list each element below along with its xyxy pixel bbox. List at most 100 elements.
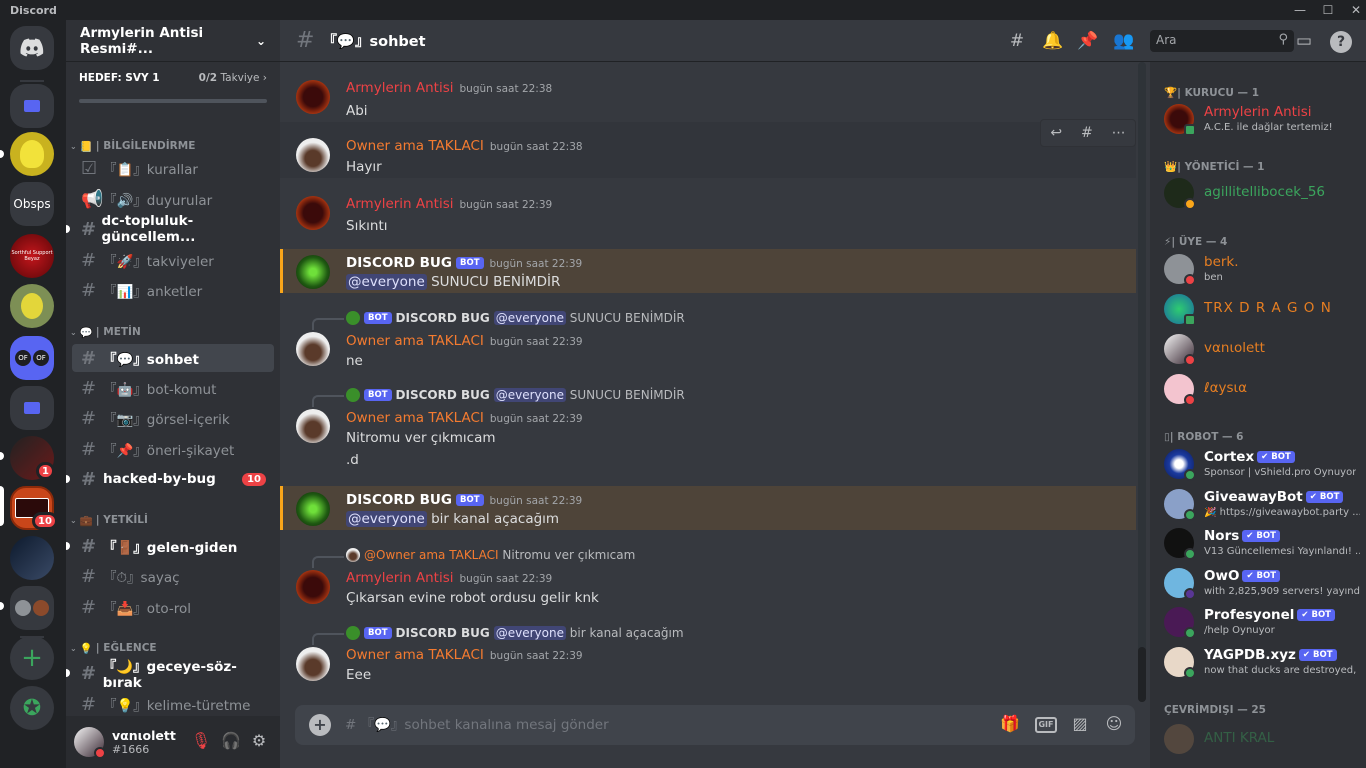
maximize-icon[interactable]: ☐ xyxy=(1314,0,1342,20)
boost-goal[interactable]: HEDEF: SVY 1 0/2 Takviye › xyxy=(66,62,280,126)
member-item[interactable]: ANTI KRAL xyxy=(1164,722,1360,758)
channel-duyurular[interactable]: 📢 『🔊』duyurular xyxy=(72,185,274,213)
channel-dc-topluluk[interactable]: # dc-topluluk-güncellem... xyxy=(66,213,274,245)
message[interactable]: Armylerin Antisi bugün saat 22:38 Abi xyxy=(280,68,1136,120)
avatar[interactable] xyxy=(296,332,330,366)
member-item[interactable]: YAGPDB.xyz ✔ BOT now that ducks are destr… xyxy=(1164,645,1360,681)
server-folder-icon[interactable] xyxy=(10,84,54,128)
home-button[interactable] xyxy=(10,26,54,70)
member-item[interactable]: Nors ✔ BOT V13 Güncellemesi Yayınlandı! .… xyxy=(1164,526,1360,562)
upload-plus-icon[interactable]: + xyxy=(309,714,331,736)
create-thread-icon[interactable]: # xyxy=(1081,125,1093,141)
reply-icon[interactable]: ↩ xyxy=(1050,125,1062,141)
scrollbar[interactable] xyxy=(1138,62,1146,702)
everyone-mention[interactable]: @everyone xyxy=(346,274,427,290)
emoji-icon[interactable]: ☺ xyxy=(1103,714,1125,736)
help-icon[interactable]: ? xyxy=(1330,31,1352,53)
reply-preview[interactable]: BOT DISCORD BUG @everyone SUNUCU BENİMDİR xyxy=(346,388,685,402)
avatar[interactable] xyxy=(296,570,330,604)
gear-icon[interactable]: ⚙ xyxy=(248,731,270,753)
avatar[interactable] xyxy=(296,196,330,230)
message-author[interactable]: DISCORD BUG BOT bugün saat 22:39 xyxy=(346,255,582,271)
channel-oneri-sikayet[interactable]: # 『📌』öneri-şikayet xyxy=(72,435,274,463)
channel-oto-rol[interactable]: # 『📥』oto-rol xyxy=(72,593,274,621)
reply-preview[interactable]: @Owner ama TAKLACI Nitromu ver çıkmıcam xyxy=(346,548,635,562)
reply-preview[interactable]: BOT DISCORD BUG @everyone bir kanal açacağ… xyxy=(346,626,684,640)
member-item[interactable]: Cortex ✔ BOT Sponsor | vShield.pro Oynuyo… xyxy=(1164,447,1360,483)
channel-geceye-soz-birak[interactable]: # 『🌙』geceye-söz-bırak xyxy=(66,659,274,691)
deafen-icon[interactable]: 🎧 xyxy=(220,731,242,753)
server-teletubby[interactable] xyxy=(10,132,54,176)
member-item[interactable]: vαnιolett xyxy=(1164,332,1360,368)
message-reply[interactable]: BOT DISCORD BUG @everyone bir kanal açacağ… xyxy=(280,623,1136,689)
message-author[interactable]: Armylerin Antisi bugün saat 22:39 xyxy=(346,570,552,586)
message-author[interactable]: Armylerin Antisi bugün saat 22:38 xyxy=(346,80,552,96)
channel-takviyeler[interactable]: # 『🚀』takviyeler xyxy=(72,246,274,274)
member-item[interactable]: OwO ✔ BOT with 2,825,909 servers! yayında xyxy=(1164,566,1360,602)
pin-icon[interactable]: 📌 xyxy=(1077,31,1099,53)
avatar[interactable] xyxy=(296,647,330,681)
message-author[interactable]: Armylerin Antisi bugün saat 22:39 xyxy=(346,196,552,212)
inbox-icon[interactable]: ▭ xyxy=(1293,31,1315,53)
message-author[interactable]: Owner ama TAKLACI bugün saat 22:39 xyxy=(346,410,583,426)
channel-gorsel-icerik[interactable]: # 『📷』görsel-içerik xyxy=(72,404,274,432)
sticker-icon[interactable]: ▨ xyxy=(1069,714,1091,736)
message-author[interactable]: Owner ama TAKLACI bugün saat 22:38 xyxy=(346,138,583,154)
channel-bot-komut[interactable]: # 『🤖』bot-komut xyxy=(72,374,274,402)
gift-icon[interactable]: 🎁 xyxy=(999,714,1021,736)
channel-hacked-by-bug[interactable]: # hacked-by-bug 10 xyxy=(66,465,274,493)
avatar[interactable] xyxy=(296,80,330,114)
search-input[interactable]: Ara ⚲ xyxy=(1150,30,1294,52)
message[interactable]: Armylerin Antisi bugün saat 22:39 Sıkıntı xyxy=(280,184,1136,236)
threads-icon[interactable]: # xyxy=(1006,31,1028,53)
message[interactable]: Owner ama TAKLACI bugün saat 22:38 Hayır xyxy=(280,122,1136,178)
message-input[interactable] xyxy=(345,717,945,733)
channel-sohbet[interactable]: # 『💬』sohbet xyxy=(72,344,274,372)
message-author[interactable]: DISCORD BUG BOT bugün saat 22:39 xyxy=(346,492,582,508)
server-folder-icon-2[interactable] xyxy=(10,386,54,430)
message-author[interactable]: Owner ama TAKLACI bugün saat 22:39 xyxy=(346,333,583,349)
channel-anketler[interactable]: # 『📊』anketler xyxy=(72,276,274,304)
avatar[interactable] xyxy=(296,492,330,526)
add-server-icon[interactable]: + xyxy=(10,636,54,680)
member-item[interactable]: Profesyonel ✔ BOT /help Oynuyor xyxy=(1164,605,1360,641)
message-reply[interactable]: @Owner ama TAKLACI Nitromu ver çıkmıcam … xyxy=(280,546,1136,612)
channel-gelen-giden[interactable]: # 『🚪』gelen-giden xyxy=(66,532,274,560)
mute-mic-icon[interactable]: 🎙 xyxy=(190,731,212,753)
message-reply[interactable]: BOT DISCORD BUG @everyone SUNUCU BENİMDİR … xyxy=(280,385,1136,471)
avatar[interactable] xyxy=(296,138,330,172)
server-support[interactable]: Sorthful Support Beyaz xyxy=(10,234,54,278)
category-staff[interactable]: ⌄ 💼 | YETKİLİ xyxy=(66,510,148,530)
member-item[interactable]: agillitellibocek_56 xyxy=(1164,176,1360,212)
server-folder-of[interactable]: OF OF xyxy=(10,336,54,380)
server-portrait[interactable] xyxy=(10,536,54,580)
avatar[interactable] xyxy=(296,255,330,289)
avatar[interactable] xyxy=(296,409,330,443)
more-icon[interactable]: ⋯ xyxy=(1112,125,1126,141)
category-text[interactable]: ⌄ 💬 | METİN xyxy=(66,322,141,342)
message-mention-highlight[interactable]: DISCORD BUG BOT bugün saat 22:39 @everyone… xyxy=(280,486,1136,530)
server-header[interactable]: Armylerin Antisi Resmi#... ⌄ xyxy=(66,20,280,62)
bell-icon[interactable]: 🔔 xyxy=(1042,31,1064,53)
channel-kurallar[interactable]: ☑ 『📋』kurallar xyxy=(72,154,274,182)
reply-preview[interactable]: BOT DISCORD BUG @everyone SUNUCU BENİMDİR xyxy=(346,311,685,325)
server-obs[interactable]: Obsps xyxy=(10,182,54,226)
user-info[interactable]: vαnιolett #1666 xyxy=(112,728,176,756)
everyone-mention[interactable]: @everyone xyxy=(346,511,427,527)
explore-servers-icon[interactable]: ✪ xyxy=(10,686,54,730)
member-item[interactable]: TRX D R A G O N xyxy=(1164,292,1360,328)
minimize-icon[interactable]: — xyxy=(1286,0,1314,20)
server-folder-group[interactable] xyxy=(10,586,54,630)
gif-icon[interactable]: GIF xyxy=(1035,717,1057,733)
scrollbar-thumb[interactable] xyxy=(1138,647,1146,702)
channel-kelime-turetme[interactable]: # 『💡』kelime-türetme xyxy=(72,690,274,718)
member-item[interactable]: Armylerin Antisi A.C.E. ile dağlar terte… xyxy=(1164,102,1360,138)
close-icon[interactable]: ✕ xyxy=(1342,0,1366,20)
category-info[interactable]: ⌄ 📒 | BİLGİLENDİRME xyxy=(66,136,195,156)
member-list-icon[interactable]: 👥 xyxy=(1113,31,1135,53)
message-mention-highlight[interactable]: DISCORD BUG BOT bugün saat 22:39 @everyone… xyxy=(280,249,1136,293)
message-author[interactable]: Owner ama TAKLACI bugün saat 22:39 xyxy=(346,647,583,663)
message-reply[interactable]: BOT DISCORD BUG @everyone SUNUCU BENİMDİR … xyxy=(280,308,1136,374)
channel-sayac[interactable]: # 『⏱』sayaç xyxy=(72,562,274,590)
member-item[interactable]: GiveawayBot ✔ BOT 🎉 https://giveawaybot.p… xyxy=(1164,487,1360,523)
